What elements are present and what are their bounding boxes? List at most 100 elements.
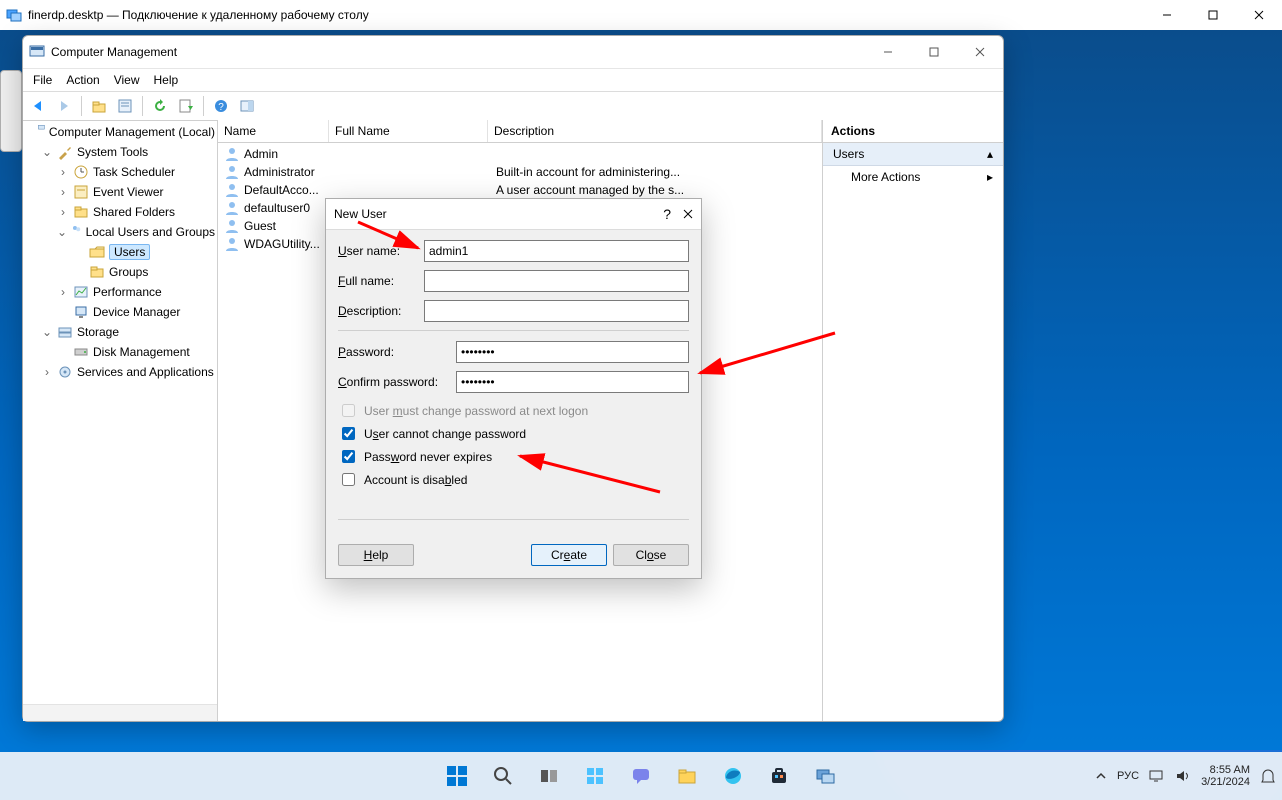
twisty-icon[interactable]: ⌄ bbox=[41, 325, 53, 339]
rdp-close-button[interactable] bbox=[1236, 0, 1282, 30]
tray-notifications-icon[interactable] bbox=[1260, 768, 1276, 784]
background-window-sliver bbox=[0, 70, 22, 152]
cm-title-text: Computer Management bbox=[51, 45, 177, 59]
tree-users[interactable]: Users bbox=[23, 242, 217, 262]
cm-minimize-button[interactable] bbox=[865, 36, 911, 68]
tree-services-applications[interactable]: ›Services and Applications bbox=[23, 362, 217, 382]
toolbar-help-button[interactable]: ? bbox=[209, 94, 233, 118]
dialog-title: New User bbox=[334, 207, 387, 221]
taskbar-chat-button[interactable] bbox=[621, 756, 661, 796]
menu-action[interactable]: Action bbox=[66, 73, 99, 87]
toolbar-refresh-button[interactable] bbox=[148, 94, 172, 118]
actions-category-users[interactable]: Users▴ bbox=[823, 143, 1003, 166]
actions-more-actions[interactable]: More Actions▸ bbox=[823, 166, 1003, 188]
twisty-icon[interactable]: ⌄ bbox=[41, 145, 53, 159]
tools-icon bbox=[57, 144, 73, 160]
twisty-icon[interactable]: › bbox=[57, 165, 69, 179]
rdp-maximize-button[interactable] bbox=[1190, 0, 1236, 30]
checkbox-disabled[interactable]: Account is disabled bbox=[338, 470, 689, 489]
password-field[interactable] bbox=[456, 341, 689, 363]
taskbar-explorer-button[interactable] bbox=[667, 756, 707, 796]
taskbar-start-button[interactable] bbox=[437, 756, 477, 796]
menu-view[interactable]: View bbox=[114, 73, 140, 87]
description-field[interactable] bbox=[424, 300, 689, 322]
checkbox-input[interactable] bbox=[342, 427, 355, 440]
menu-help[interactable]: Help bbox=[154, 73, 179, 87]
cm-close-button[interactable] bbox=[957, 36, 1003, 68]
tree-storage[interactable]: ⌄Storage bbox=[23, 322, 217, 342]
tree-device-manager[interactable]: Device Manager bbox=[23, 302, 217, 322]
dialog-close-button[interactable] bbox=[683, 209, 693, 219]
checkbox-input[interactable] bbox=[342, 450, 355, 463]
folder-icon bbox=[89, 264, 105, 280]
cm-titlebar[interactable]: Computer Management bbox=[23, 36, 1003, 69]
tray-clock[interactable]: 8:55 AM 3/21/2024 bbox=[1201, 764, 1250, 788]
tray-network-icon[interactable] bbox=[1149, 769, 1165, 783]
tree-system-tools[interactable]: ⌄System Tools bbox=[23, 142, 217, 162]
twisty-icon[interactable]: › bbox=[57, 285, 69, 299]
tree-disk-management[interactable]: Disk Management bbox=[23, 342, 217, 362]
col-description[interactable]: Description bbox=[488, 120, 822, 142]
tree-task-scheduler[interactable]: ›Task Scheduler bbox=[23, 162, 217, 182]
twisty-icon[interactable]: › bbox=[41, 365, 53, 379]
tray-language[interactable]: РУС bbox=[1117, 770, 1139, 782]
tree-performance[interactable]: ›Performance bbox=[23, 282, 217, 302]
create-button[interactable]: Create bbox=[531, 544, 607, 566]
dialog-titlebar[interactable]: New User ? bbox=[326, 199, 701, 230]
shared-folder-icon bbox=[73, 204, 89, 220]
taskbar-taskview-button[interactable] bbox=[529, 756, 569, 796]
twisty-icon[interactable]: › bbox=[57, 185, 69, 199]
confirm-password-field[interactable] bbox=[456, 371, 689, 393]
twisty-icon[interactable]: ⌄ bbox=[57, 225, 67, 239]
toolbar-back-button[interactable] bbox=[26, 94, 50, 118]
taskbar-search-button[interactable] bbox=[483, 756, 523, 796]
cm-tree-pane[interactable]: Computer Management (Local) ⌄System Tool… bbox=[23, 120, 218, 721]
table-row[interactable]: DefaultAcco...A user account managed by … bbox=[218, 181, 822, 199]
menu-file[interactable]: File bbox=[33, 73, 52, 87]
toolbar-up-button[interactable] bbox=[87, 94, 111, 118]
taskbar-widgets-button[interactable] bbox=[575, 756, 615, 796]
label-description: Description: bbox=[338, 304, 424, 318]
table-row[interactable]: Admin bbox=[218, 145, 822, 163]
tray-overflow-button[interactable] bbox=[1095, 770, 1107, 782]
toolbar-export-button[interactable] bbox=[174, 94, 198, 118]
toolbar-properties-button[interactable] bbox=[113, 94, 137, 118]
fullname-field[interactable] bbox=[424, 270, 689, 292]
checkbox-input[interactable] bbox=[342, 473, 355, 486]
tree-root[interactable]: Computer Management (Local) bbox=[23, 122, 217, 142]
toolbar-forward-button[interactable] bbox=[52, 94, 76, 118]
tree-horizontal-scrollbar[interactable] bbox=[23, 704, 217, 721]
user-icon bbox=[224, 182, 240, 198]
tree-event-viewer[interactable]: ›Event Viewer bbox=[23, 182, 217, 202]
toolbar-separator bbox=[81, 96, 82, 116]
dialog-help-button[interactable]: ? bbox=[663, 206, 671, 222]
cm-window-icon bbox=[29, 44, 45, 60]
tree-groups[interactable]: Groups bbox=[23, 262, 217, 282]
toolbar-showhide-button[interactable] bbox=[235, 94, 259, 118]
rdp-minimize-button[interactable] bbox=[1144, 0, 1190, 30]
user-icon bbox=[224, 146, 240, 162]
twisty-icon[interactable]: › bbox=[57, 205, 69, 219]
taskbar[interactable]: РУС 8:55 AM 3/21/2024 bbox=[0, 752, 1282, 800]
col-fullname[interactable]: Full Name bbox=[329, 120, 488, 142]
help-button[interactable]: Help bbox=[338, 544, 414, 566]
clock-icon bbox=[73, 164, 89, 180]
taskbar-rdp-button[interactable] bbox=[805, 756, 845, 796]
taskbar-edge-button[interactable] bbox=[713, 756, 753, 796]
cm-maximize-button[interactable] bbox=[911, 36, 957, 68]
taskbar-store-button[interactable] bbox=[759, 756, 799, 796]
tree-shared-folders[interactable]: ›Shared Folders bbox=[23, 202, 217, 222]
col-name[interactable]: Name bbox=[218, 120, 329, 142]
table-row[interactable]: AdministratorBuilt-in account for admini… bbox=[218, 163, 822, 181]
storage-icon bbox=[57, 324, 73, 340]
checkbox-never-expires[interactable]: Password never expires bbox=[338, 447, 689, 466]
username-field[interactable] bbox=[424, 240, 689, 262]
tray-volume-icon[interactable] bbox=[1175, 769, 1191, 783]
close-button[interactable]: Close bbox=[613, 544, 689, 566]
disk-icon bbox=[73, 344, 89, 360]
user-icon bbox=[224, 236, 240, 252]
tree-local-users-groups[interactable]: ⌄Local Users and Groups bbox=[23, 222, 217, 242]
cm-toolbar: ? bbox=[23, 92, 1003, 121]
checkbox-cannot-change[interactable]: User cannot change password bbox=[338, 424, 689, 443]
collapse-up-icon: ▴ bbox=[987, 147, 993, 161]
